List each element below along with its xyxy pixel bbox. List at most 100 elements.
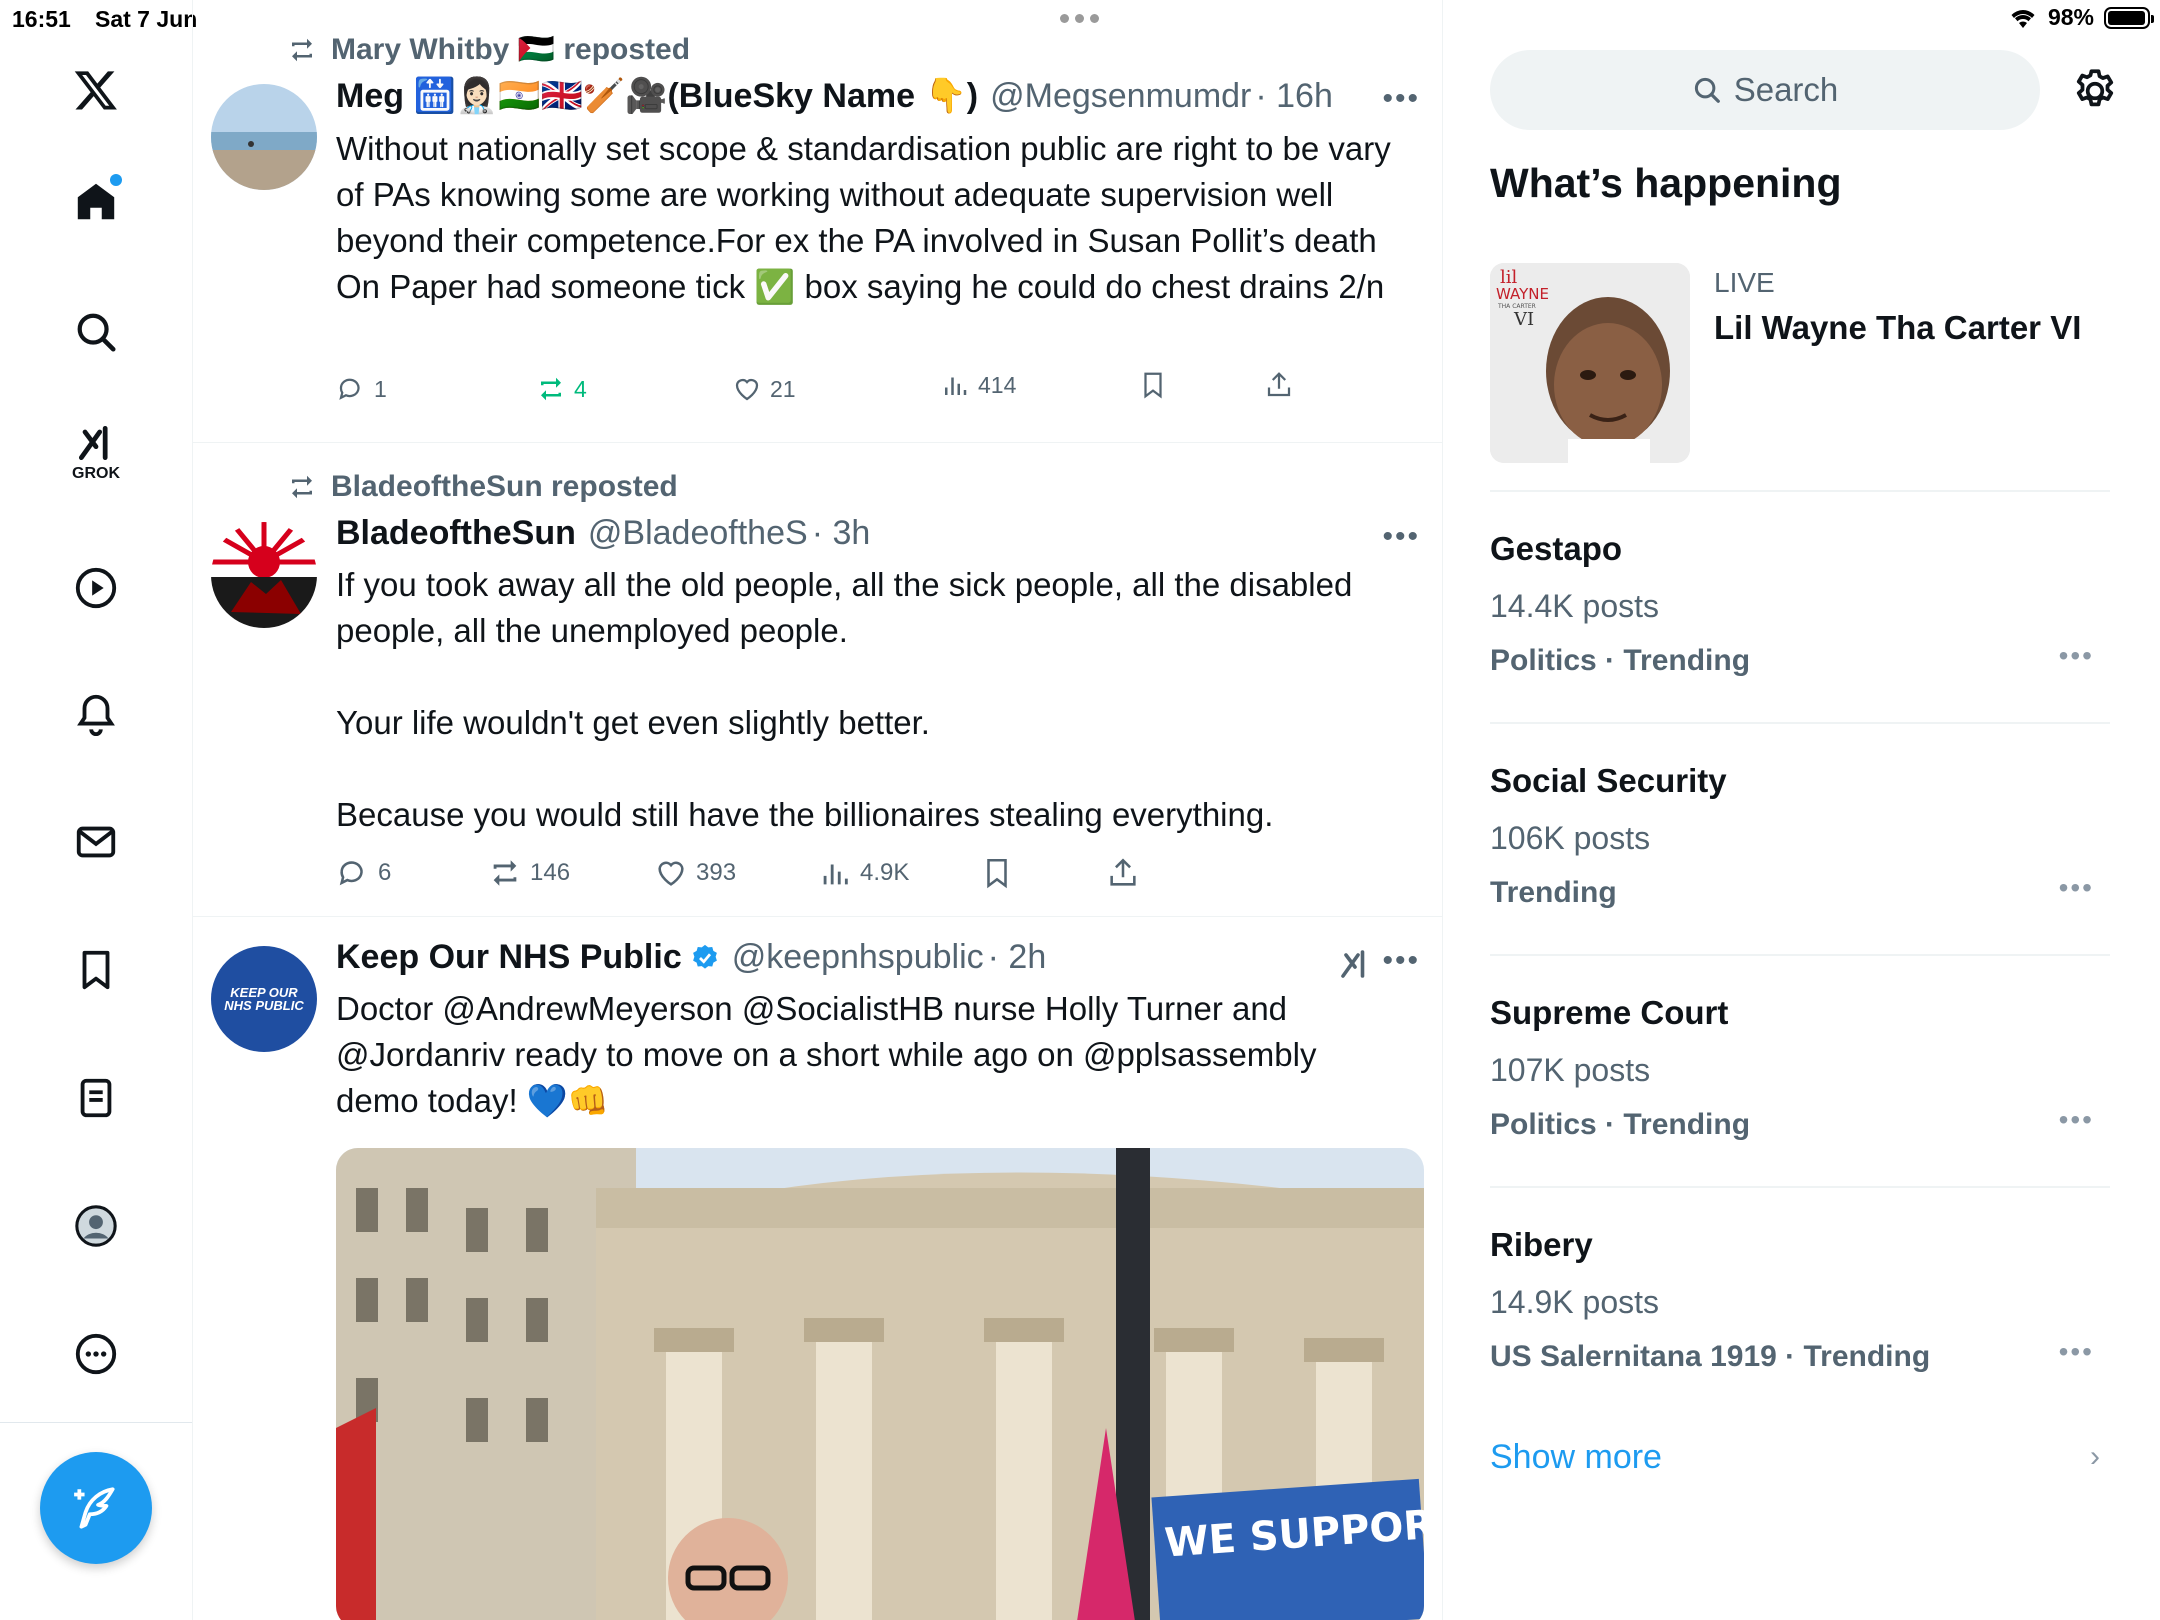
messages-icon[interactable] xyxy=(62,808,130,876)
like-count: 393 xyxy=(696,859,737,886)
tweet-photo[interactable]: WE SUPPORT NHS xyxy=(336,1148,1424,1620)
repost-icon xyxy=(292,475,312,499)
live-label: LIVE xyxy=(1714,267,1775,298)
home-notification-dot xyxy=(110,174,122,186)
share-button[interactable] xyxy=(1264,370,1294,400)
album-text-wayne: WAYNE xyxy=(1496,285,1549,303)
author-name[interactable]: BladeoftheSun xyxy=(336,514,576,553)
reply-button[interactable]: 1 xyxy=(336,374,387,404)
views-icon xyxy=(823,864,848,885)
trend-more-icon[interactable]: ••• xyxy=(2059,1104,2094,1136)
author-name[interactable]: Keep Our NHS Public xyxy=(336,938,682,977)
trend-title: Supreme Court xyxy=(1490,994,1729,1031)
tweet-more-icon[interactable]: ••• xyxy=(1382,520,1420,554)
avatar[interactable] xyxy=(211,522,317,628)
views-icon xyxy=(945,377,967,395)
battery-icon xyxy=(2104,6,2154,29)
like-button[interactable]: 393 xyxy=(654,856,736,890)
bookmark-button[interactable] xyxy=(1138,370,1168,400)
trend-item[interactable]: Gestapo 14.4K posts Politics · Trending … xyxy=(1490,490,2110,724)
video-icon[interactable] xyxy=(62,554,130,622)
trend-title: Ribery xyxy=(1490,1226,1593,1263)
settings-gear-icon[interactable] xyxy=(2070,66,2120,116)
live-title[interactable]: Lil Wayne Tha Carter VI xyxy=(1714,309,2081,347)
trend-item[interactable]: Supreme Court 107K posts Politics · Tren… xyxy=(1490,954,2110,1188)
tweet-more-icon[interactable]: ••• xyxy=(1382,82,1420,116)
compose-post-button[interactable] xyxy=(40,1452,152,1564)
repost-icon xyxy=(493,860,517,886)
repost-button[interactable]: 146 xyxy=(488,856,570,890)
repost-indicator: Mary Whitby 🇵🇸 reposted xyxy=(285,32,690,67)
search-icon[interactable] xyxy=(62,298,130,366)
tweet-time[interactable]: · 16h xyxy=(1255,77,1333,116)
share-icon xyxy=(1110,858,1136,886)
heart-icon xyxy=(658,861,684,886)
author-handle[interactable]: @BladeoftheS xyxy=(588,514,808,553)
tweet-header: BladeoftheSun @BladeoftheS · 3h xyxy=(336,514,870,553)
bookmarks-icon[interactable] xyxy=(62,936,130,1004)
repost-by[interactable]: Mary Whitby 🇵🇸 reposted xyxy=(331,32,690,67)
reply-icon xyxy=(339,378,360,400)
album-cover-image: lil WAYNE THA CARTER VI xyxy=(1490,263,1690,463)
author-handle[interactable]: @keepnhspublic xyxy=(732,938,984,977)
x-logo-icon[interactable] xyxy=(62,56,130,124)
show-more-link[interactable]: Show more xyxy=(1490,1438,1662,1477)
trend-item[interactable]: Social Security 106K posts Trending ••• xyxy=(1490,722,2110,956)
search-icon xyxy=(1694,77,1720,103)
trend-category: Trending xyxy=(1490,876,1617,909)
grok-explain-icon[interactable] xyxy=(1337,946,1373,987)
whats-happening-heading: What’s happening xyxy=(1490,160,1842,206)
grok-icon[interactable]: GROK xyxy=(62,418,130,486)
tweet[interactable]: Mary Whitby 🇵🇸 reposted Meg 🛗👩🏻‍⚕️🇮🇳🇬🇧🏏🎥… xyxy=(193,0,1442,443)
trend-more-icon[interactable]: ••• xyxy=(2059,640,2094,672)
avatar-text: KEEP OUR NHS PUBLIC xyxy=(224,985,304,1013)
view-count: 414 xyxy=(978,371,1017,398)
tweet-time[interactable]: · 2h xyxy=(988,938,1047,977)
tweet-header: Meg 🛗👩🏻‍⚕️🇮🇳🇬🇧🏏🎥(BlueSky Name 👇) @Megsen… xyxy=(336,76,1333,116)
trend-post-count: 106K posts xyxy=(1490,820,1651,856)
profile-icon[interactable] xyxy=(62,1192,130,1260)
search-input[interactable]: Search xyxy=(1490,50,2040,130)
compose-feather-icon xyxy=(74,1487,115,1529)
home-icon[interactable] xyxy=(62,168,130,236)
grok-label: GROK xyxy=(72,465,120,482)
views-button[interactable]: 414 xyxy=(940,370,1016,400)
view-count: 4.9K xyxy=(860,859,910,886)
avatar[interactable] xyxy=(211,84,317,190)
repost-icon xyxy=(541,377,561,401)
tweet-time[interactable]: · 3h xyxy=(812,514,871,553)
author-handle[interactable]: @Megsenmumdr xyxy=(990,77,1251,116)
avatar[interactable]: KEEP OUR NHS PUBLIC xyxy=(211,946,317,1052)
like-count: 21 xyxy=(770,375,796,402)
chevron-right-icon[interactable]: › xyxy=(2090,1440,2100,1474)
tweet[interactable]: KEEP OUR NHS PUBLIC Keep Our NHS Public … xyxy=(193,916,1442,1620)
reply-icon xyxy=(339,861,363,886)
repost-button[interactable]: 4 xyxy=(536,374,587,404)
tweet[interactable]: BladeoftheSun reposted BladeoftheSun @Bl… xyxy=(193,442,1442,917)
more-icon[interactable] xyxy=(62,1320,130,1388)
author-name[interactable]: Meg 🛗👩🏻‍⚕️🇮🇳🇬🇧🏏🎥(BlueSky Name 👇) xyxy=(336,76,978,116)
views-button[interactable]: 4.9K xyxy=(818,856,909,890)
share-button[interactable] xyxy=(1106,856,1140,890)
verified-badge-icon xyxy=(692,944,717,969)
repost-by[interactable]: BladeoftheSun reposted xyxy=(331,470,678,504)
trend-item[interactable]: Ribery 14.9K posts US Salernitana 1919 ·… xyxy=(1490,1186,2110,1420)
lists-icon[interactable] xyxy=(62,1064,130,1132)
tweet-more-icon[interactable]: ••• xyxy=(1382,944,1420,978)
repost-count: 4 xyxy=(574,375,587,402)
bookmark-button[interactable] xyxy=(980,856,1014,890)
trend-title: Social Security xyxy=(1490,762,1727,799)
trend-more-icon[interactable]: ••• xyxy=(2059,1336,2094,1368)
bookmark-icon xyxy=(987,858,1007,889)
reply-count: 6 xyxy=(378,859,392,886)
repost-icon xyxy=(292,38,312,61)
tweet-text: Without nationally set scope & standardi… xyxy=(336,130,1391,305)
reply-button[interactable]: 6 xyxy=(336,856,391,890)
notifications-icon[interactable] xyxy=(62,680,130,748)
live-trend-card[interactable]: lil WAYNE THA CARTER VI LIVE Lil Wayne T… xyxy=(1490,263,2110,487)
trend-post-count: 14.4K posts xyxy=(1490,588,1659,624)
trend-more-icon[interactable]: ••• xyxy=(2059,872,2094,904)
tweet-actions: 6 146 393 4.9K xyxy=(336,856,1336,896)
like-button[interactable]: 21 xyxy=(732,374,796,404)
trend-category: Politics · Trending xyxy=(1490,1108,1751,1141)
